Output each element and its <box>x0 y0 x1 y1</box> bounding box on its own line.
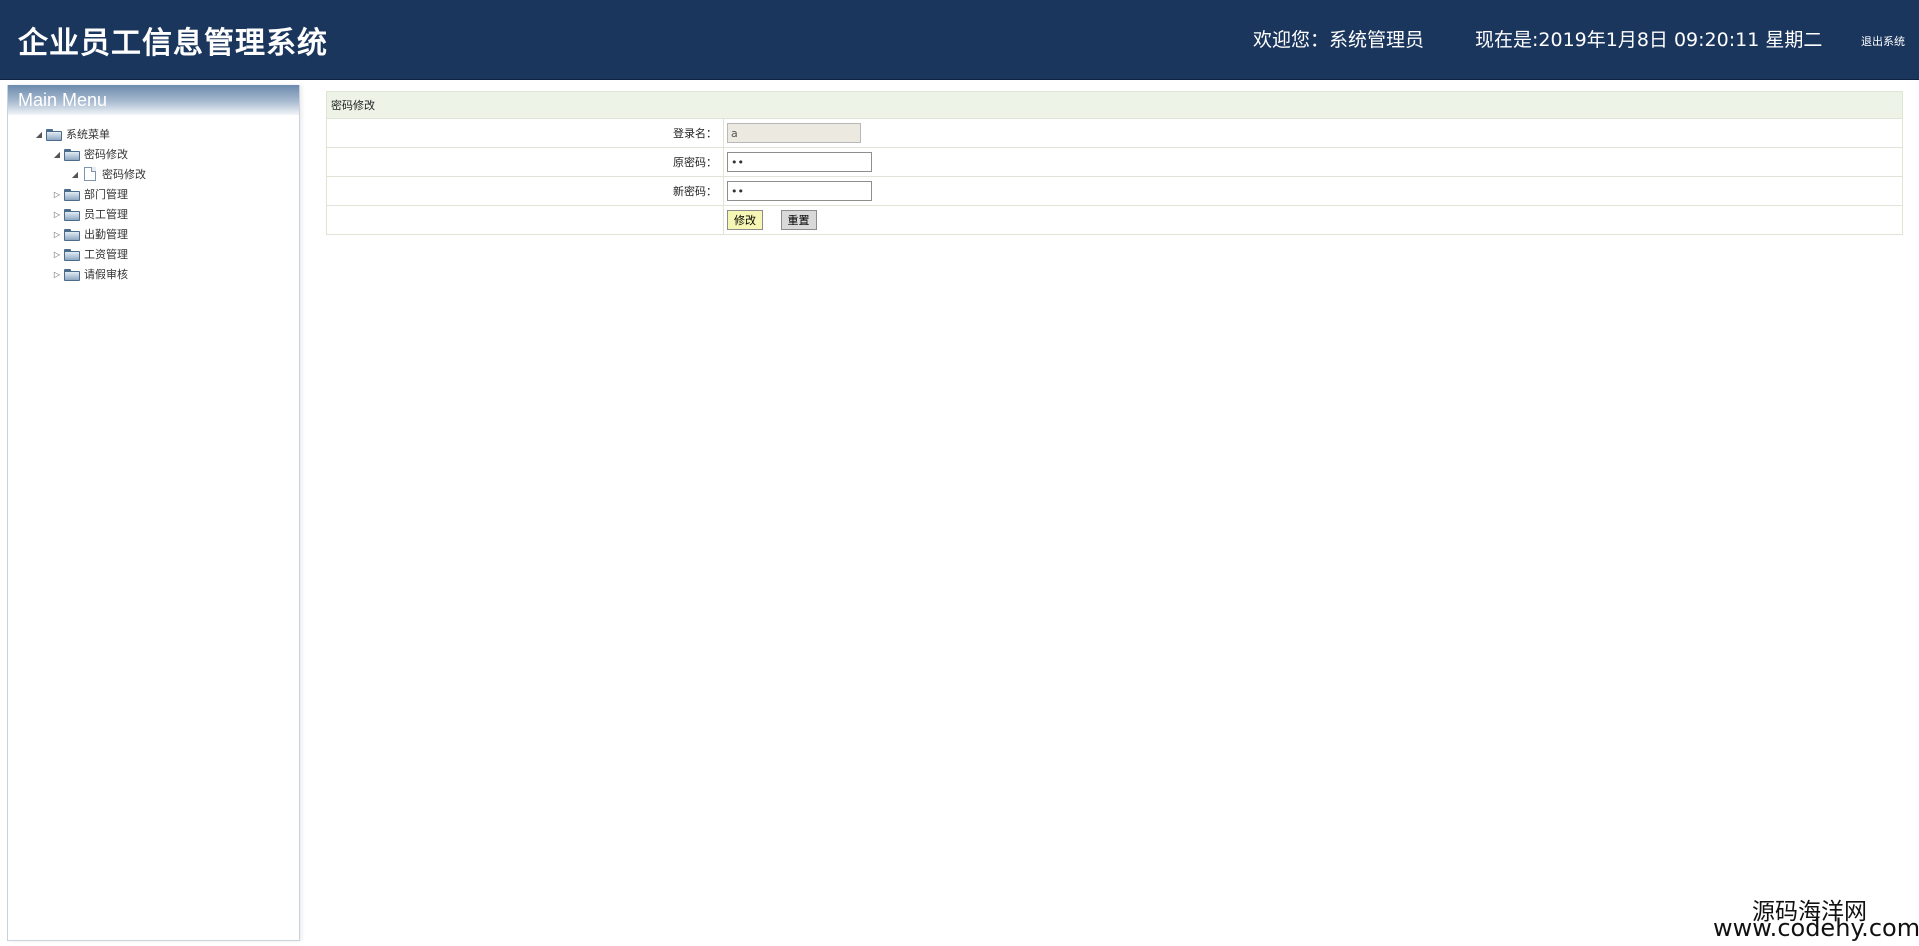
password-change-form: 密码修改 登录名： 原密码： 新密码： 修改 重置 <box>326 91 1903 235</box>
folder-icon <box>64 209 80 221</box>
login-name-label: 登录名： <box>326 118 724 148</box>
folder-icon <box>64 229 80 241</box>
form-row-new-password: 新密码： <box>326 176 1903 206</box>
welcome-text: 欢迎您：系统管理员 <box>1253 29 1425 51</box>
old-password-field[interactable] <box>727 152 872 172</box>
tree-node-label[interactable]: 工资管理 <box>84 245 128 265</box>
tree-node-label[interactable]: 出勤管理 <box>84 225 128 245</box>
old-password-label: 原密码： <box>326 147 724 177</box>
form-caption: 密码修改 <box>326 91 1903 119</box>
logout-link[interactable]: 退出系统 <box>1861 33 1905 49</box>
collapsed-arrow-icon[interactable]: ▷ <box>52 265 62 285</box>
collapsed-arrow-icon[interactable]: ▷ <box>52 185 62 205</box>
collapsed-arrow-icon[interactable]: ▷ <box>52 245 62 265</box>
form-row-actions: 修改 重置 <box>326 205 1903 235</box>
expanded-arrow-icon[interactable]: ◢ <box>34 125 44 145</box>
folder-icon <box>64 269 80 281</box>
main-menu-heading: Main Menu <box>8 85 299 115</box>
form-row-login: 登录名： <box>326 118 1903 148</box>
app-header: 企业员工信息管理系统 欢迎您：系统管理员 现在是:2019年1月8日 09:20… <box>0 0 1919 80</box>
watermark-url: www.codehy.com <box>1713 914 1919 942</box>
folder-icon <box>64 249 80 261</box>
tree-node-label[interactable]: 员工管理 <box>84 205 128 225</box>
form-row-old-password: 原密码： <box>326 147 1903 177</box>
main-menu-panel: Main Menu ◢ 系统菜单 ◢ 密码修改 ◢ 密码修改 ▷ 部门管理 ▷ … <box>7 85 300 941</box>
file-icon <box>84 167 100 181</box>
app-title: 企业员工信息管理系统 <box>18 26 328 61</box>
tree-node-label[interactable]: 密码修改 <box>84 145 128 165</box>
folder-open-icon <box>64 149 80 161</box>
tree-leaf-label[interactable]: 密码修改 <box>102 165 146 185</box>
collapsed-arrow-icon[interactable]: ▷ <box>52 205 62 225</box>
new-password-label: 新密码： <box>326 176 724 206</box>
folder-open-icon <box>46 129 62 141</box>
current-datetime: 现在是:2019年1月8日 09:20:11 星期二 <box>1475 29 1823 51</box>
tree-node-label[interactable]: 请假审核 <box>84 265 128 285</box>
tree-node-label[interactable]: 系统菜单 <box>66 125 110 145</box>
tree-node-label[interactable]: 部门管理 <box>84 185 128 205</box>
expanded-arrow-icon: ◢ <box>71 170 79 179</box>
expanded-arrow-icon[interactable]: ◢ <box>52 145 62 165</box>
folder-icon <box>64 189 80 201</box>
collapsed-arrow-icon[interactable]: ▷ <box>52 225 62 245</box>
new-password-field[interactable] <box>727 181 872 201</box>
reset-button[interactable]: 重置 <box>780 210 817 230</box>
login-name-field[interactable] <box>727 123 861 143</box>
submit-button[interactable]: 修改 <box>727 210 763 230</box>
